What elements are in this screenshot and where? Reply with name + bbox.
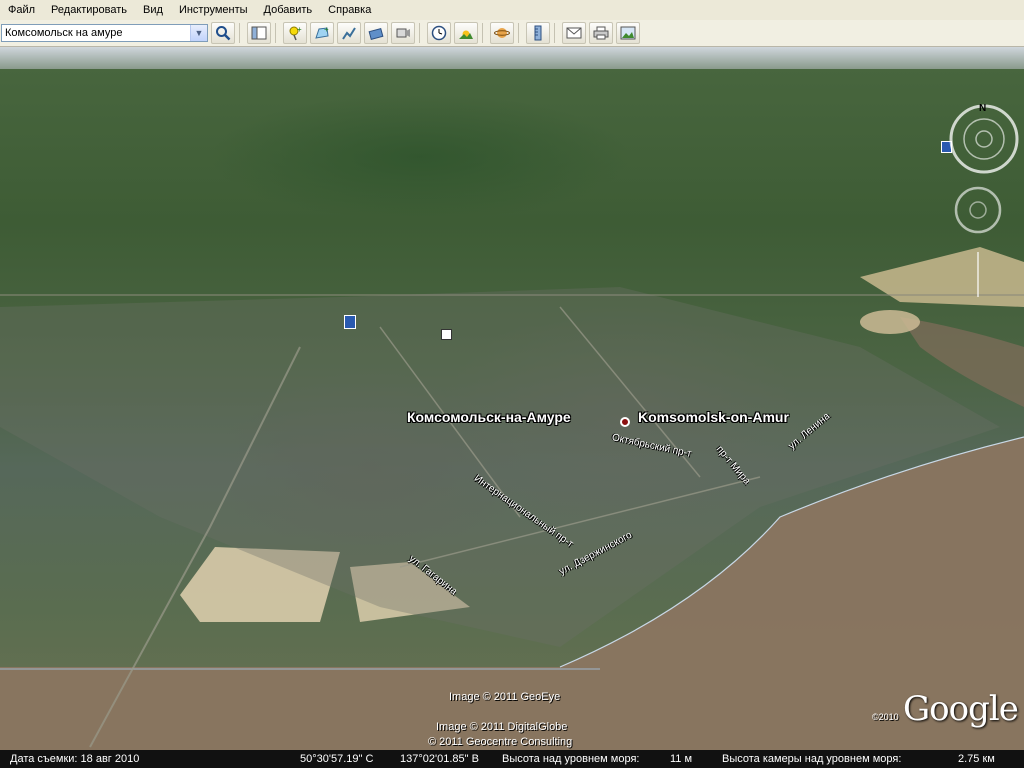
sun-icon — [459, 30, 473, 39]
toolbar-separator — [518, 23, 519, 43]
credit-geocentre: © 2011 Geocentre Consulting — [428, 736, 573, 748]
polygon-icon: + — [315, 25, 329, 39]
toolbar: ▼ + + — [0, 20, 1024, 47]
svg-text:+: + — [324, 25, 329, 34]
toolbar-separator — [239, 23, 240, 43]
add-path-button[interactable] — [337, 22, 361, 44]
toolbar-separator — [275, 23, 276, 43]
clock-icon — [431, 25, 447, 41]
status-bar: Дата съемки: 18 авг 2010 50°30'57.19" С … — [0, 750, 1024, 768]
menu-help[interactable]: Справка — [320, 0, 379, 20]
toolbar-separator — [554, 23, 555, 43]
credit-digitalglobe: Image © 2011 DigitalGlobe — [436, 721, 568, 733]
record-tour-button[interactable] — [391, 22, 415, 44]
menu-bar: Файл Редактировать Вид Инструменты Добав… — [0, 0, 1024, 21]
placemark-icon[interactable] — [620, 417, 630, 427]
print-button[interactable] — [589, 22, 613, 44]
city-label-en[interactable]: Komsomolsk-on-Amur — [638, 409, 789, 425]
printer-icon — [593, 26, 609, 40]
chevron-down-icon: ▼ — [194, 28, 204, 38]
sidebar-icon — [251, 26, 267, 40]
sunlight-button[interactable] — [454, 22, 478, 44]
ruler-icon — [534, 25, 542, 41]
email-button[interactable] — [562, 22, 586, 44]
menu-file[interactable]: Файл — [0, 0, 43, 20]
menu-edit[interactable]: Редактировать — [43, 0, 135, 20]
elevation-label: Высота над уровнем моря: — [502, 753, 640, 765]
envelope-icon — [566, 27, 582, 39]
record-tour-icon — [396, 28, 410, 38]
search-button[interactable] — [211, 22, 235, 44]
add-image-overlay-button[interactable] — [364, 22, 388, 44]
longitude-readout: 137°02'01.85" В — [400, 753, 479, 765]
terrain-overlay — [0, 247, 1024, 750]
menu-add[interactable]: Добавить — [256, 0, 321, 20]
imagery-date: Дата съемки: 18 авг 2010 — [10, 753, 140, 765]
elevation-value: 11 м — [670, 753, 693, 765]
look-joystick[interactable] — [949, 104, 1019, 174]
add-polygon-button[interactable]: + — [310, 22, 334, 44]
google-copyright-year: ©2010 — [872, 712, 899, 722]
google-logo: Google — [903, 689, 1019, 729]
city-label-ru[interactable]: Комсомольск-на-Амуре — [407, 409, 571, 425]
map-view[interactable]: Комсомольск-на-Амуре Komsomolsk-on-Amur … — [0, 47, 1024, 750]
image-icon — [620, 26, 636, 40]
latitude-readout: 50°30'57.19" С — [300, 753, 374, 765]
historical-imagery-button[interactable] — [427, 22, 451, 44]
toolbar-separator — [482, 23, 483, 43]
move-joystick[interactable] — [954, 186, 1002, 234]
image-overlay-icon — [368, 27, 384, 41]
ruler-button[interactable] — [526, 22, 550, 44]
menu-tools[interactable]: Инструменты — [171, 0, 256, 20]
transit-icon[interactable] — [344, 315, 356, 329]
save-image-button[interactable] — [616, 22, 640, 44]
credit-geoeye: Image © 2011 GeoEye — [449, 691, 561, 703]
poi-icon[interactable] — [441, 329, 452, 340]
magnifier-icon — [216, 26, 231, 41]
navigation-controls[interactable]: N — [940, 97, 1024, 297]
planet-icon — [494, 28, 510, 38]
search-field[interactable]: ▼ — [1, 24, 208, 42]
menu-view[interactable]: Вид — [135, 0, 171, 20]
sidebar-toggle-button[interactable] — [247, 22, 271, 44]
planets-button[interactable] — [490, 22, 514, 44]
svg-text:+: + — [297, 25, 302, 34]
search-input[interactable] — [2, 25, 193, 41]
add-placemark-button[interactable]: + — [283, 22, 307, 44]
search-dropdown-button[interactable]: ▼ — [190, 25, 207, 41]
eye-altitude-label: Высота камеры над уровнем моря: — [722, 753, 902, 765]
path-icon — [342, 27, 356, 40]
compass-north-label: N — [979, 103, 986, 114]
eye-altitude-value: 2.75 км — [958, 753, 995, 765]
toolbar-separator — [419, 23, 420, 43]
pushpin-icon: + — [289, 25, 302, 41]
